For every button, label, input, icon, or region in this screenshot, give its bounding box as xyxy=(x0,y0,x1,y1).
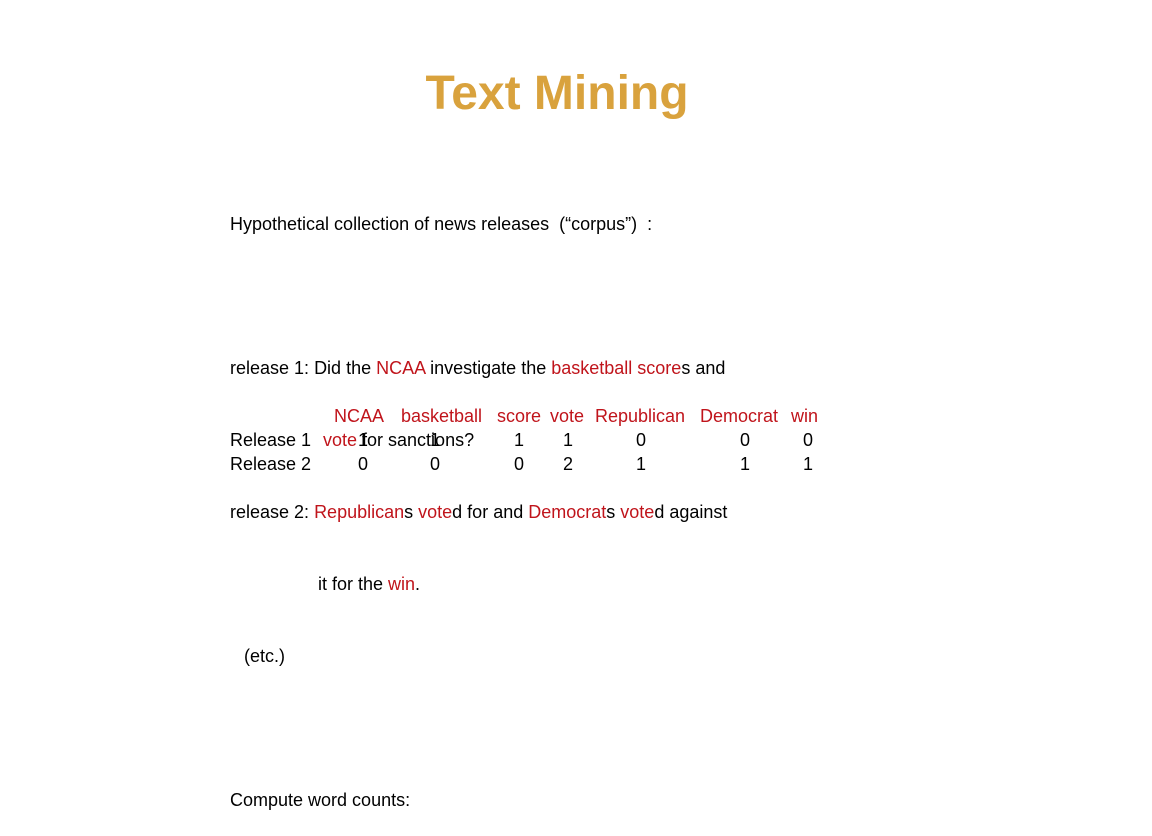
cell-value: 1 xyxy=(636,454,647,474)
text-segment: investigate the xyxy=(425,358,552,378)
text-segment: . xyxy=(415,574,421,594)
cell-value: 0 xyxy=(358,454,369,474)
cell-value: 1 xyxy=(563,430,574,450)
release-1-text: Did the NCAA investigate the basketball … xyxy=(314,358,725,378)
release-2-line: release 2: Republicans voted for and Dem… xyxy=(230,500,727,524)
slide-title: Text Mining xyxy=(425,67,689,120)
text-segment: Did the xyxy=(314,358,377,378)
row-label: Release 2 xyxy=(230,454,312,474)
header-democrat: Democrat xyxy=(700,406,779,426)
text-segment: s and xyxy=(681,358,726,378)
text-segment: for sanctions? xyxy=(357,430,475,450)
cell-value: 0 xyxy=(514,454,525,474)
text-segment: d for and xyxy=(452,502,529,522)
highlighted-term: Democrat xyxy=(528,502,607,522)
release-1-label: release 1: xyxy=(230,358,315,378)
slide-body: Hypothetical collection of news releases… xyxy=(230,164,727,836)
cell-value: 1 xyxy=(514,430,525,450)
text-segment: it for the xyxy=(318,574,389,594)
release-1-line: release 1: Did the NCAA investigate the … xyxy=(230,356,727,380)
highlighted-term: vote xyxy=(418,502,453,522)
highlighted-term: NCAA xyxy=(376,358,426,378)
header-vote: vote xyxy=(550,406,585,426)
row-label: Release 1 xyxy=(230,430,312,450)
release-2-continuation: it for the win. xyxy=(230,572,727,596)
cell-value: 0 xyxy=(740,430,751,450)
cell-value: 1 xyxy=(740,454,751,474)
cell-value: 1 xyxy=(803,454,814,474)
highlighted-term: vote xyxy=(323,430,358,450)
highlighted-term: vote xyxy=(620,502,655,522)
header-ncaa: NCAA xyxy=(334,406,385,426)
header-score: score xyxy=(497,406,542,426)
cell-value: 2 xyxy=(563,454,574,474)
cell-value: 1 xyxy=(358,430,369,450)
cell-value: 0 xyxy=(636,430,647,450)
release-2-label: release 2: xyxy=(230,502,315,522)
cell-value: 0 xyxy=(803,430,814,450)
text-segment: s xyxy=(404,502,419,522)
release-2-text: Republicans voted for and Democrats vote… xyxy=(314,502,727,522)
header-win: win xyxy=(791,406,819,426)
highlighted-term: basketball score xyxy=(551,358,682,378)
header-basketball: basketball xyxy=(401,406,483,426)
compute-label: Compute word counts: xyxy=(230,790,411,810)
text-segment: d against xyxy=(654,502,728,522)
highlighted-term: Republican xyxy=(314,502,405,522)
highlighted-term: win xyxy=(388,574,416,594)
intro-line: Hypothetical collection of news releases… xyxy=(230,214,653,234)
cell-value: 0 xyxy=(430,454,441,474)
text-segment: s xyxy=(606,502,621,522)
cell-value: 1 xyxy=(430,430,441,450)
header-republican: Republican xyxy=(595,406,686,426)
